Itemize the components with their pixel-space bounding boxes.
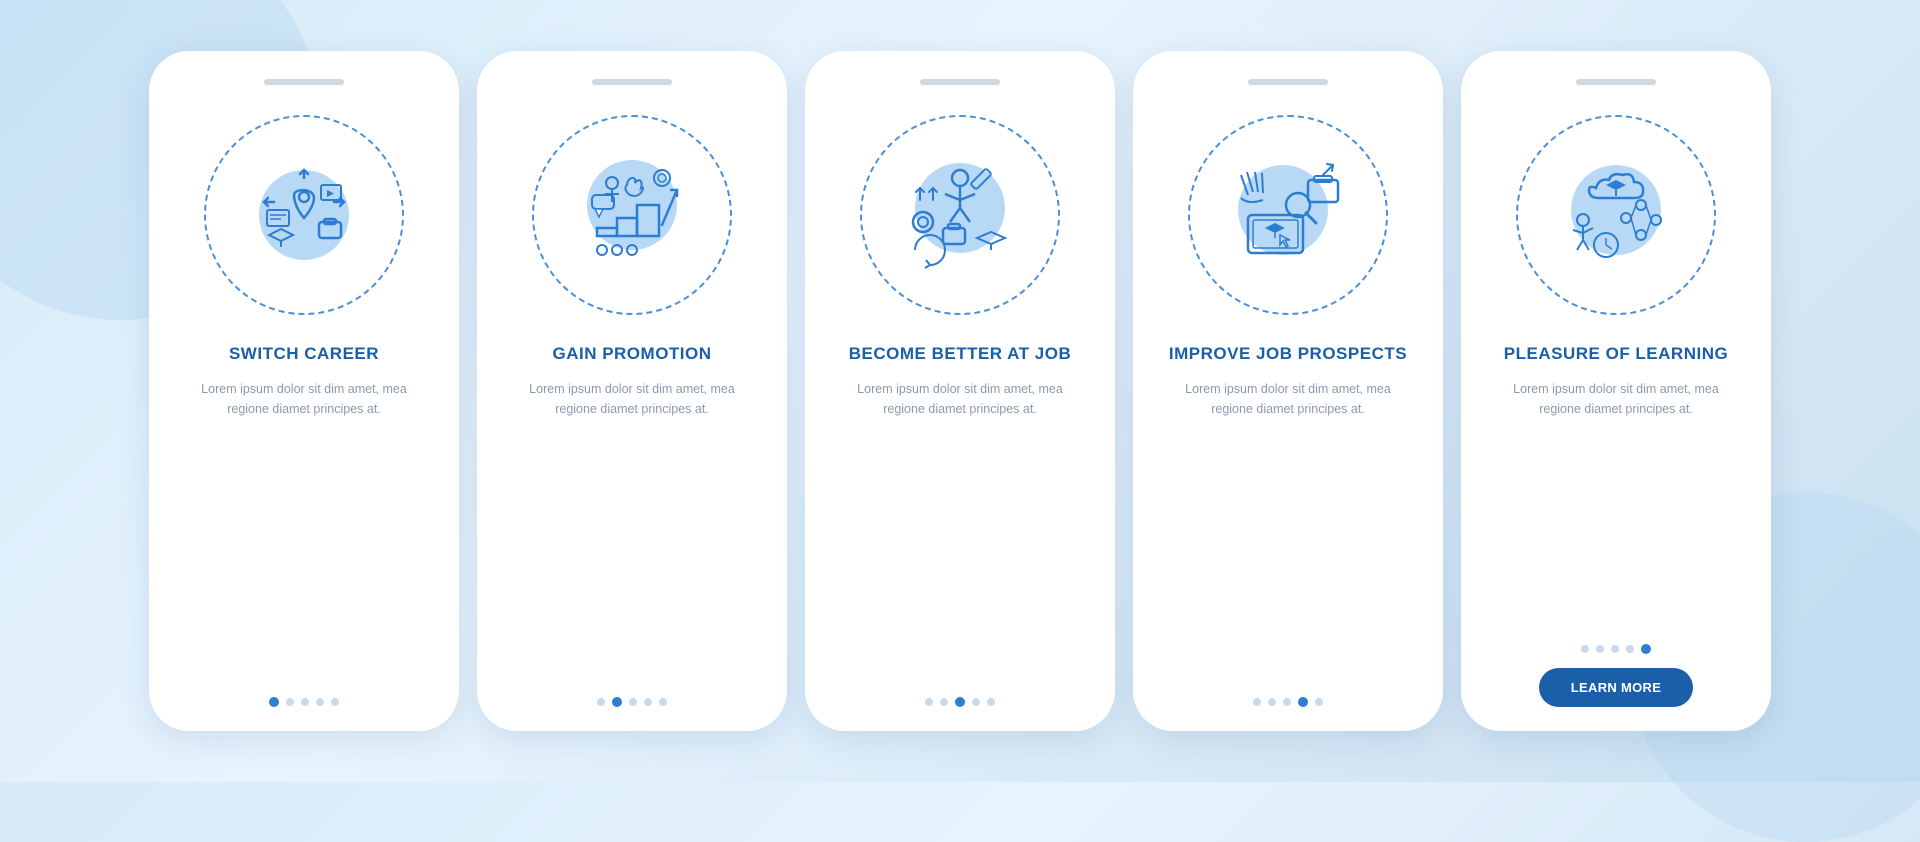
illustration-pleasure-learning [1506, 105, 1726, 325]
illustration-improve-prospects [1178, 105, 1398, 325]
dot [987, 698, 995, 706]
become-better-icon [895, 150, 1025, 280]
dot [629, 698, 637, 706]
card-5-dots [1581, 626, 1651, 654]
card-4-title: IMPROVE JOB PROSPECTS [1169, 343, 1407, 365]
phone-notch [264, 79, 344, 85]
card-2-desc: Lorem ipsum dolor sit dim amet, mea regi… [499, 379, 765, 419]
dot [955, 697, 965, 707]
card-1-dots [269, 679, 339, 707]
phone-notch [920, 79, 1000, 85]
card-5-desc: Lorem ipsum dolor sit dim amet, mea regi… [1483, 379, 1749, 419]
card-gain-promotion: GAIN PROMOTION Lorem ipsum dolor sit dim… [477, 51, 787, 731]
card-1-desc: Lorem ipsum dolor sit dim amet, mea regi… [171, 379, 437, 419]
dot [1596, 645, 1604, 653]
switch-career-icon [239, 150, 369, 280]
dot [597, 698, 605, 706]
dot [644, 698, 652, 706]
card-become-better: BECOME BETTER AT JOB Lorem ipsum dolor s… [805, 51, 1115, 731]
dot [1315, 698, 1323, 706]
dot [1268, 698, 1276, 706]
dot [972, 698, 980, 706]
card-switch-career: SWITCH CAREER Lorem ipsum dolor sit dim … [149, 51, 459, 731]
illustration-gain-promotion [522, 105, 742, 325]
cards-container: SWITCH CAREER Lorem ipsum dolor sit dim … [129, 31, 1791, 751]
card-3-title: BECOME BETTER AT JOB [849, 343, 1072, 365]
dot [1611, 645, 1619, 653]
dot [286, 698, 294, 706]
dot [659, 698, 667, 706]
dot [1283, 698, 1291, 706]
card-2-title: GAIN PROMOTION [552, 343, 711, 365]
dot [316, 698, 324, 706]
phone-notch [1248, 79, 1328, 85]
improve-prospects-icon [1223, 150, 1353, 280]
card-4-desc: Lorem ipsum dolor sit dim amet, mea regi… [1155, 379, 1421, 419]
card-4-dots [1253, 679, 1323, 707]
dot [1298, 697, 1308, 707]
illustration-become-better [850, 105, 1070, 325]
illustration-switch-career [194, 105, 414, 325]
card-1-title: SWITCH CAREER [229, 343, 379, 365]
gain-promotion-icon [567, 150, 697, 280]
dot [1641, 644, 1651, 654]
card-2-dots [597, 679, 667, 707]
dot [331, 698, 339, 706]
card-pleasure-learning: PLEASURE OF LEARNING Lorem ipsum dolor s… [1461, 51, 1771, 731]
dot [1626, 645, 1634, 653]
phone-notch [592, 79, 672, 85]
card-3-desc: Lorem ipsum dolor sit dim amet, mea regi… [827, 379, 1093, 419]
pleasure-learning-icon [1551, 150, 1681, 280]
dot [612, 697, 622, 707]
card-improve-prospects: IMPROVE JOB PROSPECTS Lorem ipsum dolor … [1133, 51, 1443, 731]
dot [925, 698, 933, 706]
card-3-dots [925, 679, 995, 707]
dot [940, 698, 948, 706]
card-5-title: PLEASURE OF LEARNING [1504, 343, 1728, 365]
learn-more-button[interactable]: LEARN MORE [1539, 668, 1693, 707]
dot [1253, 698, 1261, 706]
dot [301, 698, 309, 706]
dot [269, 697, 279, 707]
dot [1581, 645, 1589, 653]
phone-notch [1576, 79, 1656, 85]
